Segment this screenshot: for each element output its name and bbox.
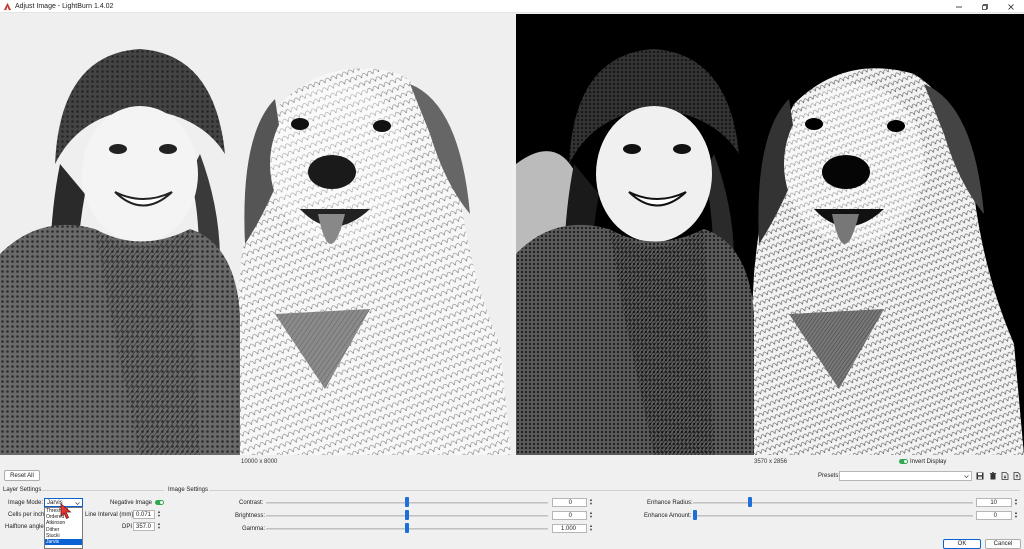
dpi-input[interactable]: 357.0 xyxy=(133,522,155,531)
minimize-button[interactable] xyxy=(946,0,972,13)
layer-settings-header: Layer Settings xyxy=(3,487,42,493)
chevron-down-icon xyxy=(75,502,80,505)
brightness-input[interactable]: 0 xyxy=(552,511,587,520)
enhance-radius-label: Enhance Radius: xyxy=(647,500,693,506)
enhance-amount-slider-thumb[interactable] xyxy=(693,510,697,520)
enhance-radius-value: 10 xyxy=(990,499,997,506)
invert-display-toggle[interactable] xyxy=(899,459,908,464)
gamma-label: Gamma: xyxy=(242,526,266,532)
restore-icon xyxy=(982,3,988,10)
enhance-radius-slider-track[interactable] xyxy=(693,502,973,504)
contrast-label: Contrast: xyxy=(239,500,264,506)
original-image-preview[interactable] xyxy=(0,14,511,455)
mouse-cursor-icon xyxy=(60,503,72,520)
halftone-angle-label: Halftone angle xyxy=(5,524,44,530)
gamma-input[interactable]: 1.000 xyxy=(552,524,587,533)
processed-image-preview[interactable] xyxy=(516,14,1024,455)
import-preset-button[interactable] xyxy=(1000,471,1009,480)
minimize-icon xyxy=(956,6,962,7)
negative-image-label: Negative Image xyxy=(110,500,153,506)
lightburn-app-icon xyxy=(3,2,12,10)
image-mode-option-jarvis[interactable]: Jarvis xyxy=(45,538,82,546)
save-icon xyxy=(976,472,983,479)
chevron-down-icon xyxy=(964,475,969,478)
window-controls xyxy=(946,0,1024,13)
save-preset-button[interactable] xyxy=(975,471,984,480)
contrast-spinner[interactable]: ▲ ▼ xyxy=(588,498,594,507)
dpi-label: DPI xyxy=(122,524,133,530)
ok-button[interactable]: OK xyxy=(943,539,981,549)
processed-photo-graphic xyxy=(516,14,1024,455)
dpi-spinner[interactable]: ▲ ▼ xyxy=(156,522,162,531)
reset-all-button[interactable]: Reset All xyxy=(4,470,40,481)
delete-preset-button[interactable] xyxy=(988,471,997,480)
layer-settings-divider xyxy=(42,490,164,491)
contrast-input[interactable]: 0 xyxy=(552,498,587,507)
trash-icon xyxy=(989,471,996,479)
window-title: Adjust Image - LightBurn 1.4.02 xyxy=(15,2,114,10)
presets-label: Presets: xyxy=(818,473,841,479)
line-interval-spinner[interactable]: ▲ ▼ xyxy=(156,510,162,519)
processed-dimensions: 3570 x 2856 xyxy=(754,459,788,465)
original-dimensions: 10000 x 8000 xyxy=(241,459,278,465)
enhance-radius-input[interactable]: 10 xyxy=(976,498,1012,507)
contrast-slider-thumb[interactable] xyxy=(405,497,409,507)
line-interval-label: Line Interval (mm) xyxy=(85,512,134,518)
presets-select[interactable] xyxy=(839,471,972,481)
import-icon xyxy=(1001,471,1008,480)
close-icon xyxy=(1008,3,1014,10)
brightness-label: Brightness: xyxy=(235,513,266,519)
gamma-spinner[interactable]: ▲ ▼ xyxy=(588,524,594,533)
dpi-value: 357.0 xyxy=(136,523,152,530)
line-interval-value: 0.071 xyxy=(136,511,152,518)
cells-per-inch-label: Cells per inch xyxy=(8,512,45,518)
enhance-amount-input[interactable]: 0 xyxy=(976,511,1012,520)
negative-image-toggle[interactable] xyxy=(155,500,164,505)
image-mode-label: Image Mode: xyxy=(8,500,44,506)
brightness-value: 0 xyxy=(568,512,572,519)
enhance-amount-spinner[interactable]: ▲ ▼ xyxy=(1013,511,1019,520)
image-settings-header: Image Settings xyxy=(168,487,209,493)
enhance-amount-slider-track[interactable] xyxy=(693,515,973,517)
cancel-button[interactable]: Cancel xyxy=(985,539,1021,549)
gamma-slider-thumb[interactable] xyxy=(405,523,409,533)
contrast-value: 0 xyxy=(568,499,572,506)
invert-display-label: Invert Display xyxy=(910,459,947,465)
enhance-radius-spinner[interactable]: ▲ ▼ xyxy=(1013,498,1019,507)
export-icon xyxy=(1013,471,1020,480)
brightness-slider-thumb[interactable] xyxy=(405,510,409,520)
brightness-spinner[interactable]: ▲ ▼ xyxy=(588,511,594,520)
enhance-radius-slider-thumb[interactable] xyxy=(748,497,753,507)
title-bar: Adjust Image - LightBurn 1.4.02 xyxy=(0,0,1024,13)
original-photo-graphic xyxy=(0,14,511,455)
enhance-amount-value: 0 xyxy=(993,512,997,519)
export-preset-button[interactable] xyxy=(1012,471,1021,480)
gamma-value: 1.000 xyxy=(560,525,576,532)
image-settings-divider xyxy=(209,490,1020,491)
close-button[interactable] xyxy=(998,0,1024,13)
enhance-amount-label: Enhance Amount: xyxy=(644,513,692,519)
line-interval-input[interactable]: 0.071 xyxy=(133,510,155,519)
restore-button[interactable] xyxy=(972,0,998,13)
